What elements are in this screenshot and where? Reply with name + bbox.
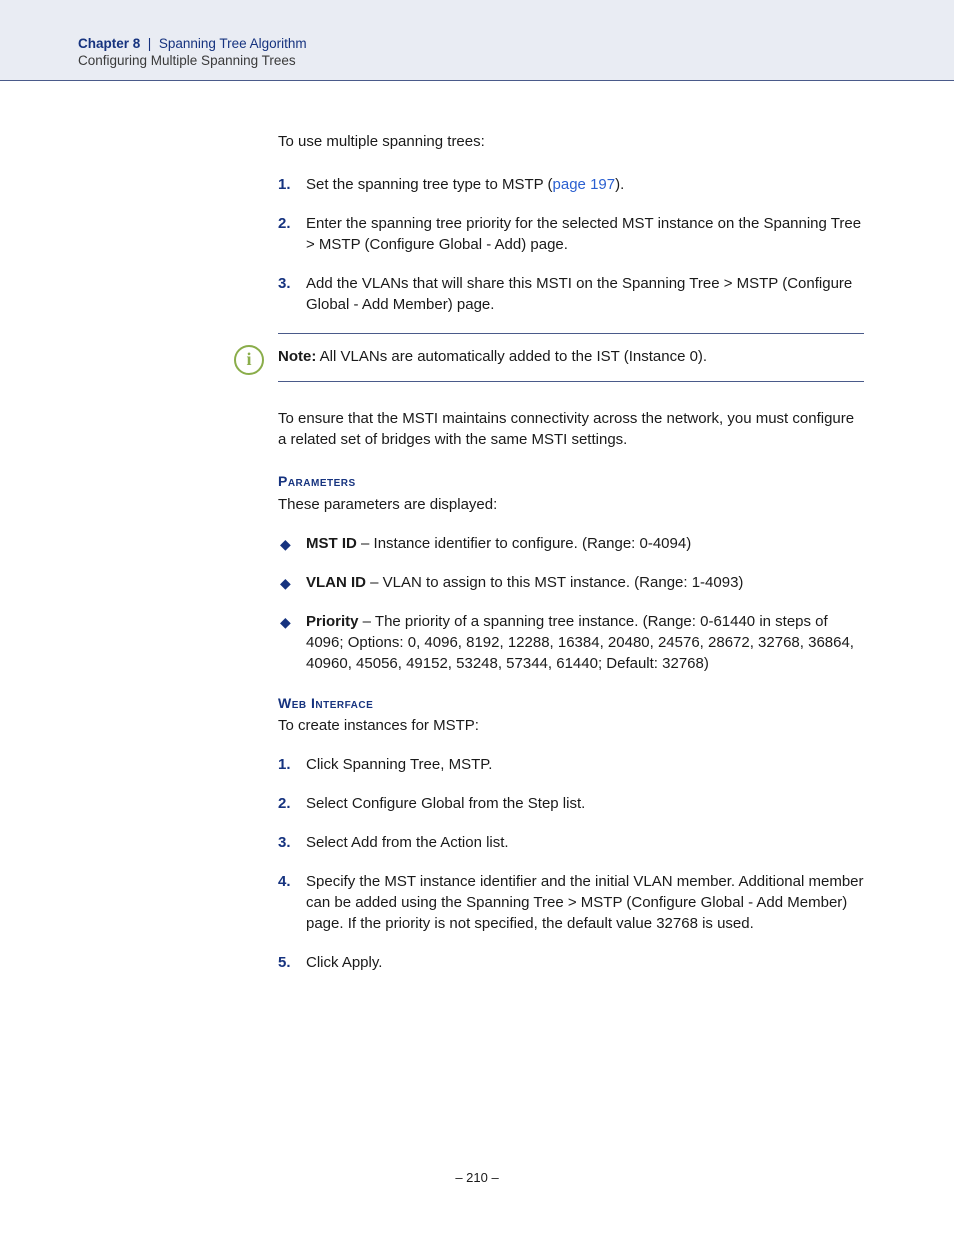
step-text-after: ).	[615, 176, 624, 193]
parameters-list: ◆ MST ID – Instance identifier to config…	[278, 533, 864, 674]
diamond-bullet-icon: ◆	[280, 535, 291, 555]
param-vlan-id: ◆ VLAN ID – VLAN to assign to this MST i…	[278, 572, 864, 593]
param-mst-id: ◆ MST ID – Instance identifier to config…	[278, 533, 864, 554]
step-2: 2. Enter the spanning tree priority for …	[278, 213, 864, 255]
page-header: Chapter 8 | Spanning Tree Algorithm Conf…	[0, 0, 954, 81]
step-1: 1. Set the spanning tree type to MSTP (p…	[278, 174, 864, 195]
page-number: – 210 –	[0, 1170, 954, 1185]
web-steps-list: 1. Click Spanning Tree, MSTP. 2. Select …	[278, 754, 864, 973]
param-priority: ◆ Priority – The priority of a spanning …	[278, 611, 864, 674]
note-block: i Note: All VLANs are automatically adde…	[278, 333, 864, 382]
web-intro: To create instances for MSTP:	[278, 715, 864, 736]
main-content: To use multiple spanning trees: 1. Set t…	[278, 131, 864, 973]
step-text: Click Apply.	[306, 954, 382, 971]
note-label: Note:	[278, 348, 316, 365]
info-icon: i	[234, 345, 264, 375]
param-desc: – The priority of a spanning tree instan…	[306, 613, 854, 672]
step-number: 3.	[278, 273, 291, 294]
step-text: Specify the MST instance identifier and …	[306, 873, 864, 932]
step-text: Enter the spanning tree priority for the…	[306, 215, 861, 253]
header-separator: |	[148, 36, 152, 51]
step-number: 1.	[278, 754, 291, 775]
step-text: Click Spanning Tree, MSTP.	[306, 756, 492, 773]
web-step-3: 3. Select Add from the Action list.	[278, 832, 864, 853]
intro-text: To use multiple spanning trees:	[278, 131, 864, 152]
chapter-line: Chapter 8 | Spanning Tree Algorithm	[78, 36, 876, 51]
param-desc: – VLAN to assign to this MST instance. (…	[366, 574, 743, 591]
chapter-label: Chapter 8	[78, 36, 140, 51]
diamond-bullet-icon: ◆	[280, 613, 291, 633]
step-number: 3.	[278, 832, 291, 853]
param-label: VLAN ID	[306, 574, 366, 591]
step-text: Select Configure Global from the Step li…	[306, 795, 585, 812]
step-number: 5.	[278, 952, 291, 973]
step-text: Add the VLANs that will share this MSTI …	[306, 275, 852, 313]
web-step-4: 4. Specify the MST instance identifier a…	[278, 871, 864, 934]
step-text-before: Set the spanning tree type to MSTP (	[306, 176, 553, 193]
parameters-intro: These parameters are displayed:	[278, 494, 864, 515]
main-steps-list: 1. Set the spanning tree type to MSTP (p…	[278, 174, 864, 315]
step-number: 4.	[278, 871, 291, 892]
page-link[interactable]: page 197	[553, 176, 616, 193]
web-step-5: 5. Click Apply.	[278, 952, 864, 973]
diamond-bullet-icon: ◆	[280, 574, 291, 594]
param-label: MST ID	[306, 535, 357, 552]
chapter-title: Spanning Tree Algorithm	[159, 36, 307, 51]
step-number: 2.	[278, 793, 291, 814]
note-text: All VLANs are automatically added to the…	[316, 348, 707, 365]
subsection-title: Configuring Multiple Spanning Trees	[78, 53, 876, 68]
step-text: Select Add from the Action list.	[306, 834, 509, 851]
parameters-heading: Parameters	[278, 472, 864, 492]
ensure-text: To ensure that the MSTI maintains connec…	[278, 408, 864, 450]
web-step-2: 2. Select Configure Global from the Step…	[278, 793, 864, 814]
step-number: 2.	[278, 213, 291, 234]
web-interface-heading: Web Interface	[278, 694, 864, 714]
step-number: 1.	[278, 174, 291, 195]
param-label: Priority	[306, 613, 359, 630]
param-desc: – Instance identifier to configure. (Ran…	[357, 535, 691, 552]
web-step-1: 1. Click Spanning Tree, MSTP.	[278, 754, 864, 775]
step-3: 3. Add the VLANs that will share this MS…	[278, 273, 864, 315]
